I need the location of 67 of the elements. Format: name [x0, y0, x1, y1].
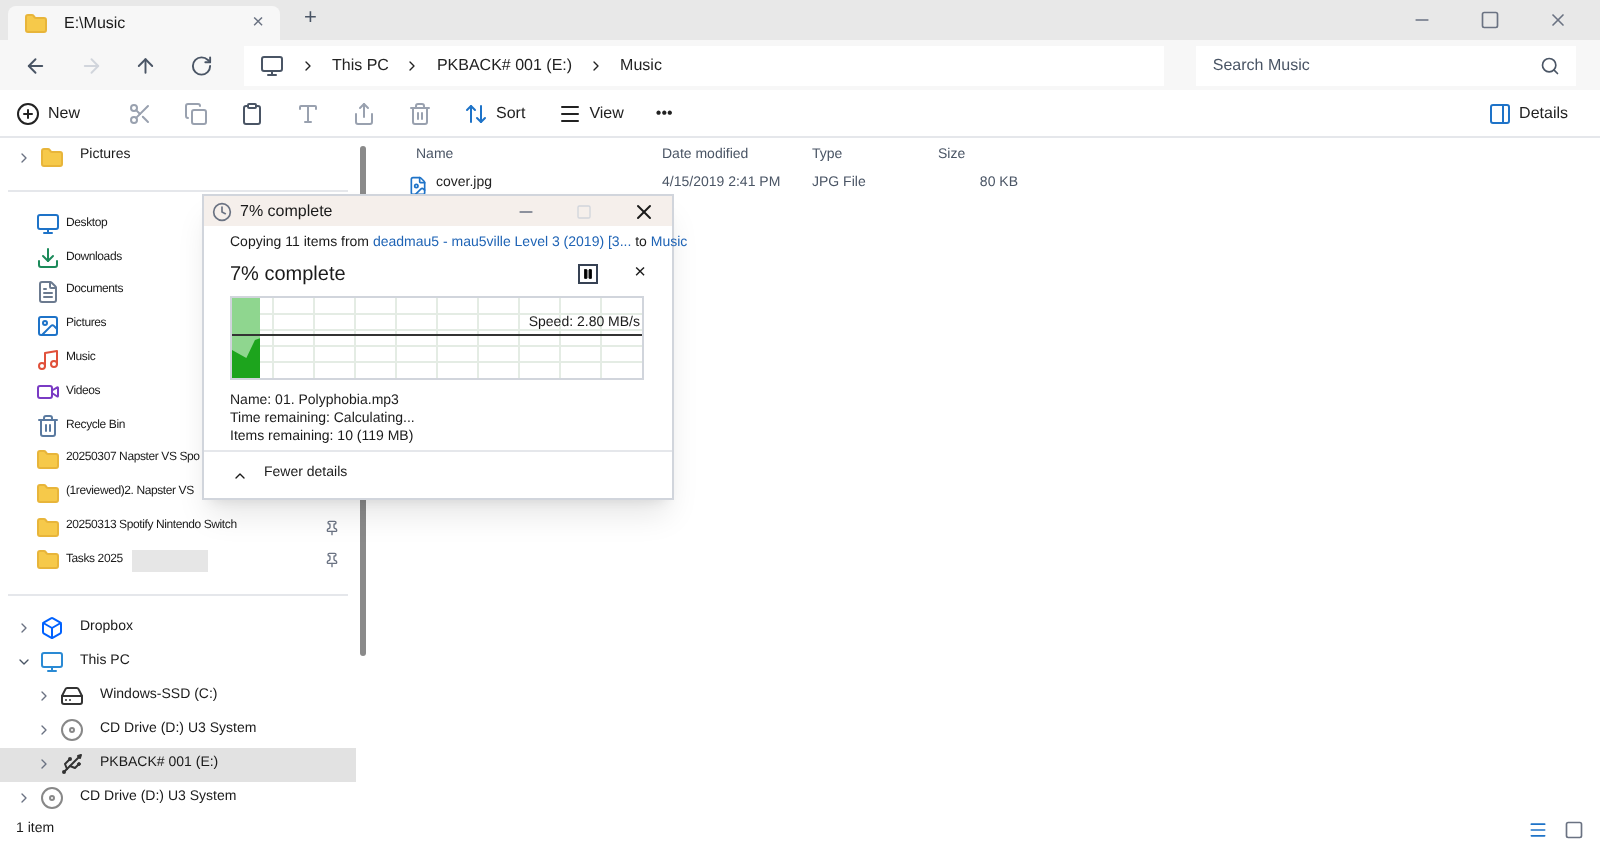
chevron-right-icon[interactable] — [16, 790, 32, 807]
tiles-view-icon[interactable] — [1564, 820, 1584, 840]
video-icon — [36, 380, 60, 405]
breadcrumb-item[interactable]: Music — [620, 53, 662, 77]
chevron-right-icon — [300, 57, 316, 73]
up-icon[interactable] — [134, 53, 157, 77]
image-file-icon — [408, 175, 428, 195]
cd-icon — [40, 786, 64, 811]
chevron-right-icon[interactable] — [36, 756, 52, 773]
bin-icon — [36, 414, 60, 439]
usb-icon — [60, 752, 84, 777]
details-view-icon[interactable] — [1528, 820, 1548, 840]
rename-icon[interactable] — [296, 101, 321, 125]
dialog-heading: 7% complete — [230, 261, 348, 289]
cd-icon — [60, 718, 84, 743]
search-field[interactable]: Search Music — [1196, 45, 1577, 85]
folder-icon — [24, 11, 48, 35]
folder-icon — [36, 515, 60, 540]
list-icon — [557, 101, 582, 125]
delete-icon[interactable] — [408, 101, 433, 125]
pc-icon — [40, 650, 64, 675]
breadcrumb-item[interactable]: PKBACK# 001 (E:) — [436, 53, 573, 77]
ssd-icon — [60, 684, 84, 709]
chevron-right-icon[interactable] — [36, 722, 52, 739]
pause-icon — [582, 268, 595, 280]
desktop-icon — [36, 212, 60, 237]
folder-icon — [40, 145, 64, 169]
progress-icon — [212, 201, 232, 221]
chevron-right-icon[interactable] — [16, 620, 32, 637]
download-icon — [36, 246, 60, 271]
breadcrumb-item[interactable]: This PC — [332, 53, 389, 77]
pause-button[interactable] — [578, 264, 599, 284]
pictures-icon — [36, 313, 60, 338]
address-bar[interactable]: This PC PKBACK# 001 (E:) Music — [244, 45, 1165, 85]
refresh-icon[interactable] — [189, 53, 212, 77]
dropbox-icon — [40, 616, 64, 641]
plus-icon — [16, 101, 40, 125]
close-icon[interactable] — [632, 199, 656, 223]
search-icon — [1540, 55, 1561, 75]
maximize-icon[interactable] — [1480, 10, 1500, 30]
more-button[interactable]: ••• — [655, 101, 673, 125]
chevron-right-icon — [16, 149, 32, 165]
tab[interactable]: E:\Music × — [8, 6, 280, 40]
new-button[interactable]: New — [16, 101, 81, 125]
cut-icon[interactable] — [128, 101, 153, 125]
back-icon[interactable] — [24, 53, 47, 77]
copy-icon[interactable] — [184, 101, 209, 125]
pin-icon[interactable] — [324, 519, 340, 536]
view-button[interactable]: View — [557, 101, 624, 125]
folder-icon — [36, 447, 60, 472]
details-button[interactable]: Details — [1487, 101, 1584, 125]
share-icon[interactable] — [352, 101, 377, 125]
sort-icon — [464, 101, 489, 125]
cancel-button[interactable]: × — [634, 264, 646, 284]
music-icon — [36, 347, 60, 372]
panel-icon — [1487, 101, 1512, 125]
pin-icon[interactable] — [324, 552, 340, 569]
chevron-right-icon[interactable] — [36, 688, 52, 705]
dialog-title: 7% complete — [240, 199, 335, 223]
folder-icon — [36, 548, 60, 573]
folder-icon — [36, 481, 60, 506]
close-tab-button[interactable]: × — [252, 8, 264, 38]
paste-icon[interactable] — [240, 101, 265, 125]
document-icon — [36, 279, 60, 304]
sort-button[interactable]: Sort — [464, 101, 526, 125]
new-tab-button[interactable]: + — [304, 1, 317, 34]
pc-icon — [260, 53, 284, 77]
